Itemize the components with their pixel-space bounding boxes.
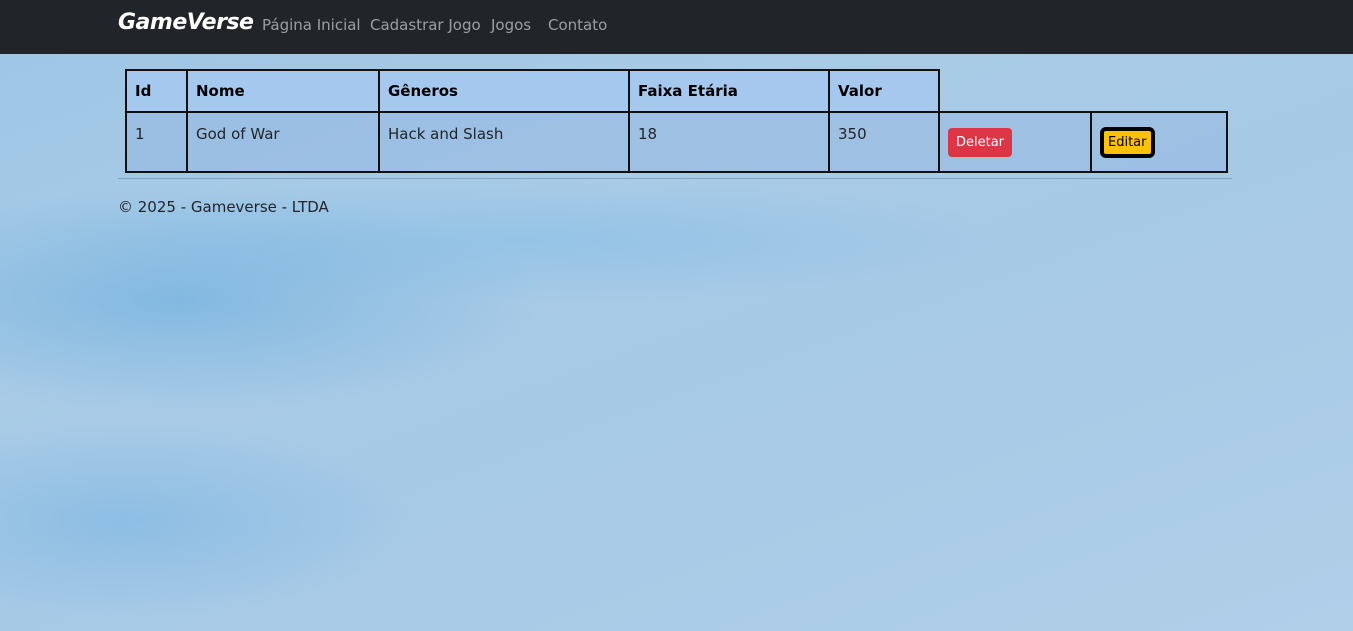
column-header-edit-empty: [1091, 70, 1227, 112]
edit-button[interactable]: Editar: [1100, 126, 1155, 158]
table-header-row: Id Nome Gêneros Faixa Etária Valor: [125, 69, 1227, 113]
cell-id: 1: [125, 111, 188, 173]
column-header-id: Id: [125, 69, 188, 113]
nav-link-home[interactable]: Página Inicial: [262, 16, 361, 34]
column-header-age-rating: Faixa Etária: [628, 69, 830, 113]
column-header-name: Nome: [186, 69, 380, 113]
nav-link-register-game[interactable]: Cadastrar Jogo: [370, 16, 481, 34]
nav-link-games[interactable]: Jogos: [491, 16, 531, 34]
cell-genres: Hack and Slash: [378, 111, 630, 173]
nav-link-contact[interactable]: Contato: [548, 16, 607, 34]
delete-button[interactable]: Deletar: [948, 127, 1013, 157]
footer-copyright: © 2025 - Gameverse - LTDA: [118, 198, 329, 216]
games-table: Id Nome Gêneros Faixa Etária Valor 1 God…: [125, 69, 1228, 173]
cell-name: God of War: [186, 111, 380, 173]
cell-edit: Editar: [1090, 111, 1228, 173]
column-header-price: Valor: [828, 69, 940, 113]
table-row: 1 God of War Hack and Slash 18 350 Delet…: [125, 111, 1228, 173]
top-navbar: GameVerse Página Inicial Cadastrar Jogo …: [0, 0, 1353, 54]
column-header-delete-empty: [939, 70, 1091, 112]
cell-delete: Deletar: [938, 111, 1092, 173]
footer-divider: [118, 178, 1232, 179]
cell-price: 350: [828, 111, 940, 173]
brand-logo[interactable]: GameVerse: [118, 10, 254, 35]
cell-age-rating: 18: [628, 111, 830, 173]
column-header-genres: Gêneros: [378, 69, 630, 113]
